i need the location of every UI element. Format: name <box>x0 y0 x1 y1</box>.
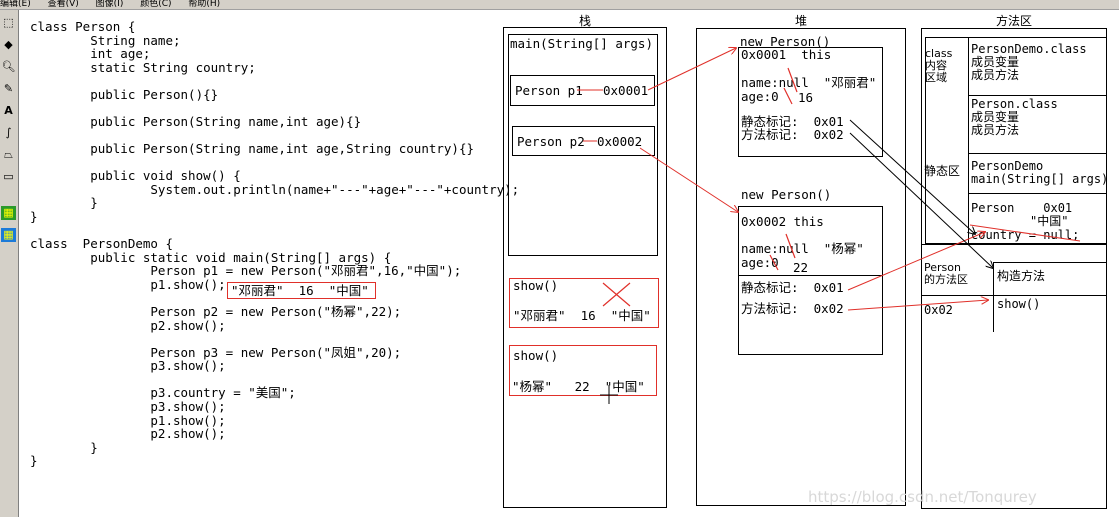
strike-mark <box>785 233 796 259</box>
strike-mark <box>783 87 793 105</box>
strike-mark <box>969 224 1081 242</box>
p1-arrow <box>647 48 736 91</box>
strike-mark <box>769 254 779 271</box>
watermark: https://blog.csdn.net/Tonqurey <box>808 488 1037 506</box>
strike-mark <box>787 67 798 93</box>
obj1-static-arrow <box>849 119 975 234</box>
method-ref-arrow <box>847 300 988 311</box>
reference-arrows <box>577 0 1081 404</box>
obj1-method-arrow <box>849 132 993 268</box>
p2-arrow <box>639 147 738 212</box>
